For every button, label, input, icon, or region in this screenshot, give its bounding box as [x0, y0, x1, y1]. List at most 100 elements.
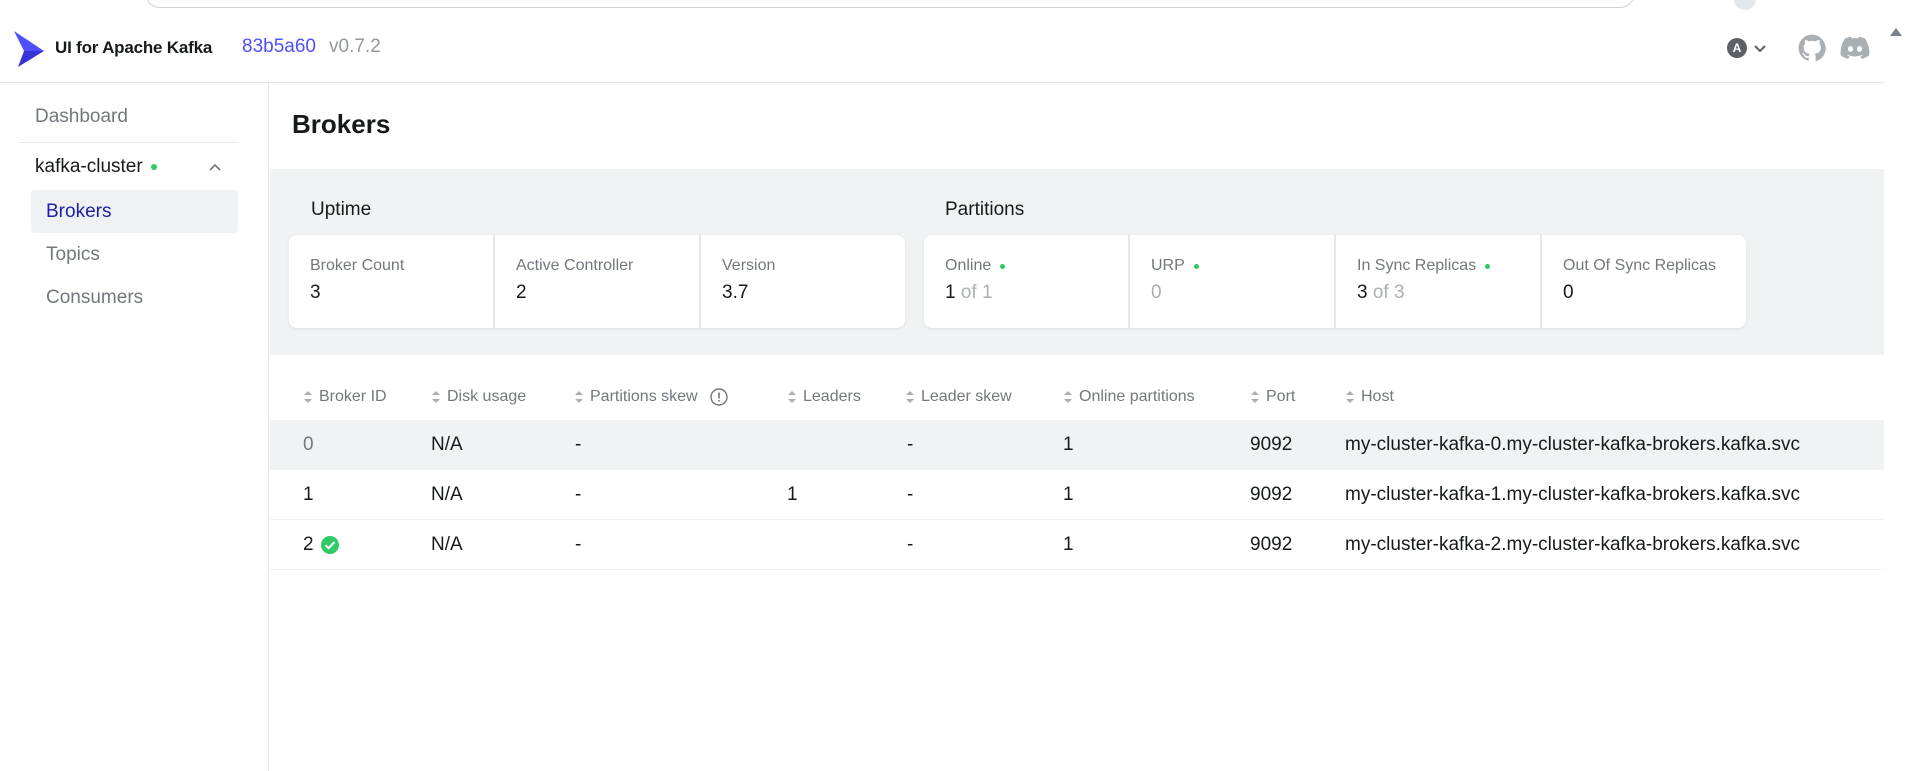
app-name[interactable]: UI for Apache Kafka: [55, 38, 212, 58]
leader-skew: -: [907, 484, 914, 505]
broker-id[interactable]: 0: [303, 434, 314, 456]
column-partitions-skew[interactable]: Partitions skew: [574, 388, 728, 406]
port: 9092: [1250, 484, 1293, 505]
discord-icon[interactable]: [1840, 36, 1870, 60]
table-row[interactable]: 2 N/A - - 1 9092 my-cluster-kafka-2.my-c…: [270, 520, 1884, 570]
table-header: Broker ID Disk usage Partitions skew Lea…: [270, 355, 1884, 420]
broker-id-cell[interactable]: 2: [303, 534, 340, 556]
column-disk-usage[interactable]: Disk usage: [431, 388, 526, 406]
metrics-panel: Uptime Broker Count 3 Active Controller …: [270, 169, 1884, 355]
host: my-cluster-kafka-0.my-cluster-kafka-brok…: [1345, 434, 1801, 455]
leader-skew: -: [907, 434, 914, 455]
sidebar-item-dashboard[interactable]: Dashboard: [35, 106, 128, 128]
sidebar-item-label: Consumers: [46, 286, 144, 308]
chevron-up-icon[interactable]: [207, 159, 223, 175]
online-partitions: 1: [1063, 434, 1074, 455]
metric-label: Active Controller: [516, 257, 634, 274]
uptime-metrics: Broker Count 3 Active Controller 2 Versi…: [289, 235, 905, 328]
page-title: Brokers: [292, 109, 391, 139]
metric-label: Version: [722, 257, 776, 274]
disk-usage: N/A: [431, 534, 463, 555]
column-leader-skew[interactable]: Leader skew: [905, 388, 1012, 406]
kafka-logo-icon[interactable]: [12, 29, 46, 69]
cluster-status-dot: [150, 164, 157, 170]
disk-usage: N/A: [431, 484, 463, 505]
version-hash-link[interactable]: 83b5a60: [242, 36, 316, 58]
metric-urp: URP 0: [1130, 235, 1334, 328]
cluster-name: kafka-cluster: [35, 156, 143, 177]
column-leaders[interactable]: Leaders: [787, 388, 861, 406]
metric-label: In Sync Replicas: [1357, 257, 1519, 275]
sort-icon: [906, 391, 914, 403]
sort-icon: [1346, 391, 1354, 403]
github-icon[interactable]: [1798, 34, 1826, 62]
partitions-metrics: Online 1 of 1 URP 0 In Sync Replicas 3 o…: [924, 235, 1746, 328]
metric-label: Out Of Sync Replicas: [1563, 257, 1716, 274]
uptime-title: Uptime: [311, 199, 372, 220]
sort-icon: [788, 391, 796, 403]
active-controller-check-icon: [320, 536, 339, 554]
sidebar: Dashboard kafka-cluster Brokers Topics C…: [0, 83, 269, 771]
browser-strip: [0, 0, 1913, 14]
online-partitions: 1: [1063, 484, 1074, 505]
metric-value: 0: [1563, 282, 1574, 303]
metric-online: Online 1 of 1: [924, 235, 1128, 328]
sort-icon: [1251, 391, 1259, 403]
sidebar-item-consumers[interactable]: Consumers: [31, 276, 238, 319]
top-navbar: UI for Apache Kafka 83b5a60 v0.7.2 A: [0, 14, 1884, 83]
host: my-cluster-kafka-2.my-cluster-kafka-brok…: [1345, 534, 1801, 555]
leader-skew: -: [907, 534, 914, 555]
column-broker-id[interactable]: Broker ID: [303, 388, 387, 406]
status-dot: [1193, 263, 1199, 269]
browser-address-bar[interactable]: [145, 0, 1635, 8]
sidebar-item-label: Topics: [46, 243, 100, 265]
chevron-down-icon: [1754, 45, 1766, 53]
metric-active-controller: Active Controller 2: [495, 235, 699, 328]
column-host[interactable]: Host: [1345, 388, 1394, 406]
main-content: Brokers Uptime Broker Count 3 Active Con…: [270, 83, 1884, 771]
metric-label: Broker Count: [310, 257, 405, 274]
partitions-skew: -: [575, 534, 582, 555]
metric-version: Version 3.7: [701, 235, 905, 328]
partitions-skew: -: [575, 434, 582, 455]
metric-label: Online: [945, 257, 1107, 275]
broker-id[interactable]: 1: [303, 484, 314, 506]
sidebar-item-brokers[interactable]: Brokers: [31, 190, 238, 233]
metric-value: 2: [516, 282, 527, 303]
metric-value: 3 of 3: [1357, 282, 1405, 303]
port: 9092: [1250, 534, 1293, 555]
sidebar-item-topics[interactable]: Topics: [31, 233, 238, 276]
user-avatar: A: [1727, 38, 1747, 58]
sort-icon: [304, 391, 312, 403]
brokers-table: Broker ID Disk usage Partitions skew Lea…: [270, 355, 1884, 570]
sidebar-item-label: Brokers: [46, 200, 112, 222]
column-online-partitions[interactable]: Online partitions: [1063, 388, 1195, 406]
version-tag: v0.7.2: [329, 36, 381, 57]
column-port[interactable]: Port: [1250, 388, 1295, 406]
status-dot: [1000, 263, 1006, 269]
metric-value: 3: [310, 282, 321, 303]
sort-icon: [432, 391, 440, 403]
sort-icon: [1064, 391, 1072, 403]
disk-usage: N/A: [431, 434, 463, 455]
sort-icon: [575, 391, 583, 403]
sidebar-divider: [20, 142, 238, 143]
leaders: 1: [787, 484, 798, 505]
metric-value: 3.7: [722, 282, 749, 303]
table-row[interactable]: 1 N/A - 1 - 1 9092 my-cluster-kafka-1.my…: [270, 470, 1884, 520]
info-icon[interactable]: [709, 388, 728, 406]
table-row[interactable]: 0 N/A - - 1 9092 my-cluster-kafka-0.my-c…: [270, 420, 1884, 470]
metric-broker-count: Broker Count 3: [289, 235, 493, 328]
partitions-title: Partitions: [945, 199, 1025, 220]
metric-value: 0: [1151, 282, 1162, 303]
scroll-up-arrow-icon[interactable]: [1889, 26, 1903, 38]
host: my-cluster-kafka-1.my-cluster-kafka-brok…: [1345, 484, 1801, 505]
metric-in-sync-replicas: In Sync Replicas 3 of 3: [1336, 235, 1540, 328]
user-menu[interactable]: A: [1727, 38, 1767, 58]
metric-out-of-sync-replicas: Out Of Sync Replicas 0: [1542, 235, 1746, 328]
browser-profile-icon[interactable]: [1734, 0, 1756, 10]
sidebar-cluster-kafka-cluster[interactable]: kafka-cluster: [35, 156, 157, 178]
partitions-skew: -: [575, 484, 582, 505]
broker-id: 2: [303, 534, 314, 555]
port: 9092: [1250, 434, 1293, 455]
